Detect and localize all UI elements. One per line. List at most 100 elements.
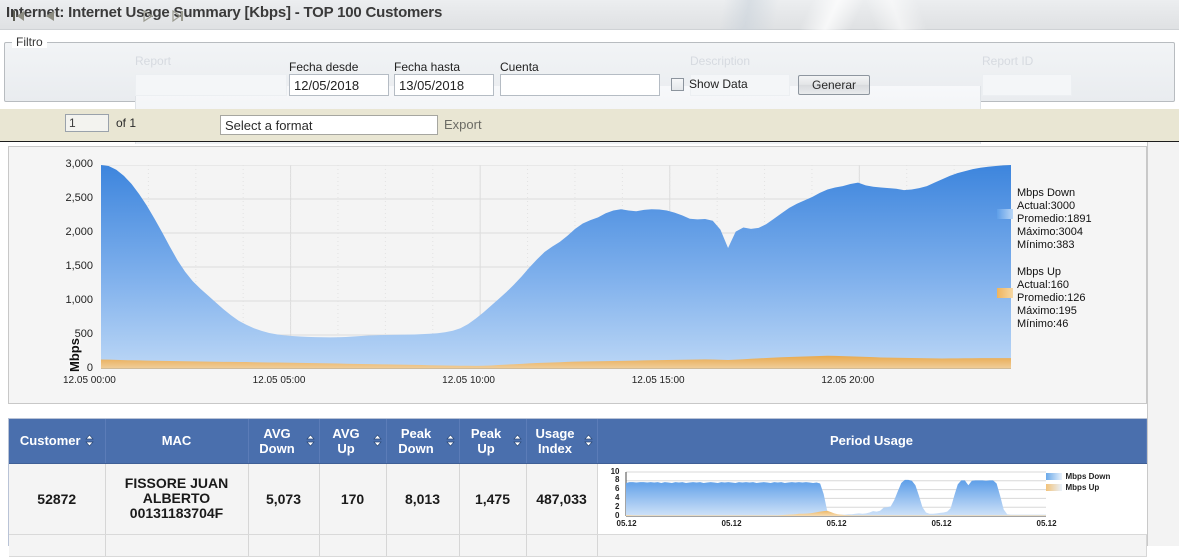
period-usage-plot xyxy=(598,464,1147,534)
title-bar-decoration xyxy=(639,0,1059,30)
sort-icon[interactable] xyxy=(584,434,593,447)
filter-group-legend: Filtro xyxy=(12,36,47,48)
cell-mac[interactable] xyxy=(105,534,248,556)
chart-x-tick: 12.05 05:00 xyxy=(253,375,306,386)
column-header-avg-down[interactable]: AVG Down xyxy=(248,419,319,463)
cell-peak-down xyxy=(386,534,459,556)
report-id-label: Report ID xyxy=(982,54,1033,68)
legend-mbps-up-maximo: Máximo:195 xyxy=(1017,305,1142,318)
table-row[interactable]: 52872 FISSORE JUAN ALBERTO 00131183704F … xyxy=(9,463,1146,534)
period-x-tick: 05.12 xyxy=(932,519,952,528)
cell-mac-address: 00131183704F xyxy=(107,506,247,521)
legend-label-mbps-up: Mbps Up xyxy=(1017,266,1142,279)
page-count-label: of 1 xyxy=(116,116,136,130)
sort-icon[interactable] xyxy=(306,434,315,447)
chart-x-tick: 12.05 15:00 xyxy=(632,375,685,386)
page-number-input[interactable]: 1 xyxy=(65,114,109,132)
cell-customer: 52872 xyxy=(9,463,105,534)
column-header-peak-up[interactable]: Peak Up xyxy=(459,419,526,463)
sort-icon[interactable] xyxy=(513,434,522,447)
cell-avg-down xyxy=(248,534,319,556)
period-y-tick: 6 xyxy=(604,484,620,493)
usage-chart: Mbps 05001,0001,5002,0002,5003,000 12.05… xyxy=(9,147,1146,403)
first-page-icon[interactable] xyxy=(11,8,27,24)
period-legend-label: Mbps Up xyxy=(1066,483,1100,492)
legend-mbps-up-promedio: Promedio:126 xyxy=(1017,292,1142,305)
chart-x-tick: 12.05 10:00 xyxy=(442,375,495,386)
fecha-hasta-input[interactable]: 13/05/2018 xyxy=(394,74,494,96)
show-data-label: Show Data xyxy=(689,77,748,91)
cuenta-label: Cuenta xyxy=(500,60,539,74)
period-x-tick: 05.12 xyxy=(827,519,847,528)
sort-icon[interactable] xyxy=(373,434,382,447)
chart-y-tick: 1,000 xyxy=(35,294,93,306)
show-data-checkbox-wrap[interactable]: Show Data xyxy=(671,77,748,91)
cell-avg-up xyxy=(319,534,386,556)
next-page-icon[interactable] xyxy=(140,8,156,24)
chart-legend: Mbps Down Actual:3000 Promedio:1891 Máxi… xyxy=(1017,187,1142,331)
legend-mbps-up-minimo: Mínimo:46 xyxy=(1017,318,1142,331)
previous-page-icon[interactable] xyxy=(42,8,58,24)
chart-x-tick: 12.05 00:00 xyxy=(63,375,116,386)
column-header-usage-index[interactable]: Usage Index xyxy=(526,419,597,463)
legend-swatch-mbps-down xyxy=(997,209,1013,219)
cell-mac[interactable]: FISSORE JUAN ALBERTO 00131183704F xyxy=(105,463,248,534)
period-x-tick: 05.12 xyxy=(1037,519,1057,528)
page-title: Internet: Internet Usage Summary [Kbps] … xyxy=(6,4,442,21)
fecha-hasta-label: Fecha hasta xyxy=(394,60,460,74)
chart-y-tick: 2,000 xyxy=(35,226,93,238)
legend-mbps-down-promedio: Promedio:1891 xyxy=(1017,213,1142,226)
period-y-tick: 8 xyxy=(604,475,620,484)
period-y-tick: 2 xyxy=(604,502,620,511)
period-y-tick: 4 xyxy=(604,493,620,502)
show-data-checkbox[interactable] xyxy=(671,78,684,91)
period-x-tick: 05.12 xyxy=(617,519,637,528)
report-field[interactable] xyxy=(135,74,287,96)
period-usage-mini-chart: 024681005.1205.1205.1205.1205.12Mbps Dow… xyxy=(598,464,1146,534)
period-x-tick: 05.12 xyxy=(722,519,742,528)
column-header-peak-down[interactable]: Peak Down xyxy=(386,419,459,463)
legend-mbps-down-maximo: Máximo:3004 xyxy=(1017,226,1142,239)
last-page-icon[interactable] xyxy=(170,8,186,24)
report-field-label: Report xyxy=(135,54,171,68)
cell-usage-index: 487,033 xyxy=(526,463,597,534)
description-field-label: Description xyxy=(690,54,750,68)
fecha-desde-label: Fecha desde xyxy=(289,60,358,74)
report-id-field[interactable] xyxy=(982,74,1072,96)
column-header-avg-up[interactable]: AVG Up xyxy=(319,419,386,463)
export-link[interactable]: Export xyxy=(444,117,482,132)
column-header-mac[interactable]: MAC xyxy=(105,419,248,463)
table-row[interactable] xyxy=(9,534,1146,556)
period-y-tick: 10 xyxy=(604,467,620,476)
cell-peak-down: 8,013 xyxy=(386,463,459,534)
period-legend-label: Mbps Down xyxy=(1066,472,1111,481)
legend-item-mbps-up: Mbps Up Actual:160 Promedio:126 Máximo:1… xyxy=(1017,266,1142,331)
customers-table: Customer MAC AVG Down AVG Up Peak Down P… xyxy=(9,419,1147,557)
column-header-period-usage: Period Usage xyxy=(597,419,1146,463)
chart-y-tick: 0 xyxy=(35,362,93,374)
cell-avg-up: 170 xyxy=(319,463,386,534)
cuenta-input[interactable] xyxy=(500,74,660,96)
legend-mbps-down-actual: Actual:3000 xyxy=(1017,200,1142,213)
sort-icon[interactable] xyxy=(446,434,455,447)
export-format-select[interactable]: Select a format xyxy=(220,115,438,135)
legend-label-mbps-down: Mbps Down xyxy=(1017,187,1142,200)
legend-item-mbps-down: Mbps Down Actual:3000 Promedio:1891 Máxi… xyxy=(1017,187,1142,252)
chart-y-tick: 2,500 xyxy=(35,192,93,204)
report-toolbar xyxy=(0,109,1179,142)
cell-period-usage: 024681005.1205.1205.1205.1205.12Mbps Dow… xyxy=(597,463,1146,534)
right-gutter xyxy=(1147,142,1179,546)
generar-button[interactable]: Generar xyxy=(798,75,870,95)
cell-peak-up xyxy=(459,534,526,556)
column-header-customer[interactable]: Customer xyxy=(9,419,105,463)
chart-y-tick: 1,500 xyxy=(35,260,93,272)
cell-avg-down: 5,073 xyxy=(248,463,319,534)
fecha-desde-input[interactable]: 12/05/2018 xyxy=(289,74,389,96)
usage-chart-panel: Mbps 05001,0001,5002,0002,5003,000 12.05… xyxy=(8,146,1147,404)
chart-y-tick: 500 xyxy=(35,328,93,340)
legend-mbps-down-minimo: Mínimo:383 xyxy=(1017,239,1142,252)
cell-period-usage xyxy=(597,534,1146,556)
legend-mbps-up-actual: Actual:160 xyxy=(1017,279,1142,292)
sort-icon[interactable] xyxy=(85,434,94,447)
cell-customer xyxy=(9,534,105,556)
